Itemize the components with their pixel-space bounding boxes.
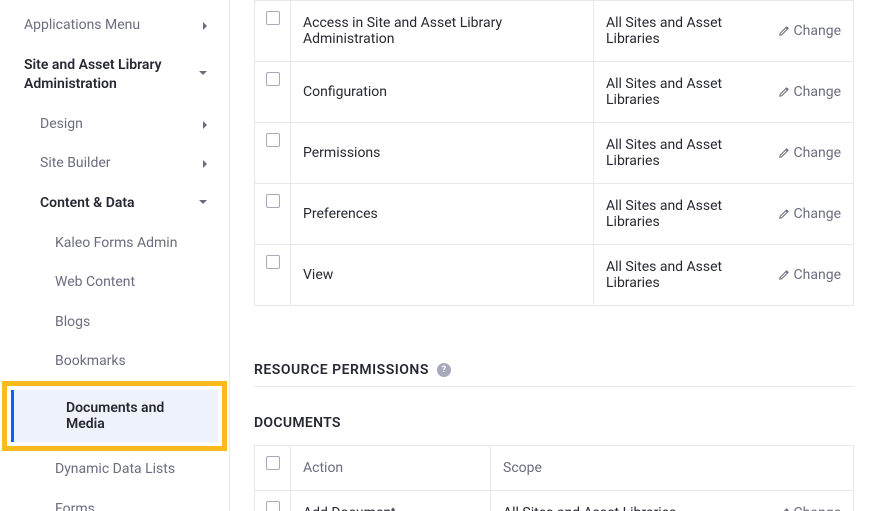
- scope-cell: All Sites and Asset Libraries Change: [594, 1, 854, 62]
- nav-dynamic-data-lists[interactable]: Dynamic Data Lists: [0, 450, 229, 490]
- scope-cell: All Sites and Asset Libraries Change: [594, 184, 854, 245]
- table-row: PermissionsAll Sites and Asset Libraries…: [255, 123, 854, 184]
- resource-permissions-header: RESOURCE PERMISSIONS ?: [254, 362, 854, 387]
- change-label: Change: [794, 23, 841, 39]
- row-checkbox-cell: [255, 123, 291, 184]
- change-link[interactable]: Change: [778, 145, 841, 161]
- row-checkbox[interactable]: [266, 11, 280, 25]
- documents-permissions-table: Action Scope Add DocumentAll Sites and A…: [254, 445, 854, 511]
- nav-site-asset-admin[interactable]: Site and Asset Library Administration: [0, 46, 229, 105]
- table-row: Add DocumentAll Sites and Asset Librarie…: [255, 491, 854, 511]
- documents-subheader: DOCUMENTS: [254, 415, 854, 431]
- table-row: ConfigurationAll Sites and Asset Librari…: [255, 62, 854, 123]
- nav-web-content[interactable]: Web Content: [0, 263, 229, 303]
- chevron-down-icon: [199, 200, 207, 208]
- action-cell: Preferences: [291, 184, 594, 245]
- table-row: Access in Site and Asset Library Adminis…: [255, 1, 854, 62]
- row-checkbox[interactable]: [266, 501, 280, 511]
- scope-text: All Sites and Asset Libraries: [606, 198, 770, 230]
- action-cell: Add Document: [291, 491, 491, 511]
- nav-label: Kaleo Forms Admin: [55, 234, 207, 254]
- change-label: Change: [794, 267, 841, 283]
- chevron-right-icon: [203, 22, 207, 30]
- action-cell: Permissions: [291, 123, 594, 184]
- action-cell: View: [291, 245, 594, 306]
- pencil-icon: [778, 25, 790, 37]
- nav-label: Bookmarks: [55, 352, 207, 372]
- nav-kaleo-forms[interactable]: Kaleo Forms Admin: [0, 224, 229, 264]
- select-all-checkbox[interactable]: [266, 456, 280, 470]
- action-cell: Access in Site and Asset Library Adminis…: [291, 1, 594, 62]
- scope-text: All Sites and Asset Libraries: [606, 15, 770, 47]
- row-checkbox-cell: [255, 62, 291, 123]
- nav-label: Dynamic Data Lists: [55, 460, 207, 480]
- table-row: View All Sites and Asset Libraries Change: [255, 245, 854, 306]
- scope-cell: All Sites and Asset Libraries Change: [594, 245, 854, 306]
- help-icon[interactable]: ?: [437, 363, 451, 377]
- nav-label: Applications Menu: [24, 16, 203, 36]
- nav-bookmarks[interactable]: Bookmarks: [0, 342, 229, 382]
- nav-label: Documents and Media: [66, 400, 164, 432]
- nav-label: Content & Data: [40, 194, 199, 214]
- pencil-icon: [778, 269, 790, 281]
- change-link[interactable]: Change: [778, 84, 841, 100]
- row-checkbox-cell: [255, 245, 291, 306]
- change-link[interactable]: Change: [778, 267, 841, 283]
- select-all-cell: [255, 446, 291, 491]
- row-checkbox[interactable]: [266, 194, 280, 208]
- pencil-icon: [778, 507, 790, 511]
- scope-text: All Sites and Asset Libraries: [503, 505, 676, 511]
- row-checkbox-cell: [255, 184, 291, 245]
- col-scope-header: Scope: [491, 446, 854, 491]
- row-checkbox-cell: [255, 491, 291, 511]
- change-label: Change: [794, 505, 841, 511]
- scope-text: All Sites and Asset Libraries: [606, 76, 770, 108]
- row-checkbox[interactable]: [266, 72, 280, 86]
- chevron-right-icon: [203, 121, 207, 129]
- nav-label: Site and Asset Library Administration: [24, 56, 199, 95]
- pencil-icon: [778, 208, 790, 220]
- nav-label: Design: [40, 115, 203, 135]
- row-checkbox[interactable]: [266, 255, 280, 269]
- app-permissions-table: Access in Site and Asset Library Adminis…: [254, 0, 854, 306]
- nav-forms[interactable]: Forms: [0, 490, 229, 511]
- row-checkbox-cell: [255, 1, 291, 62]
- nav-blogs[interactable]: Blogs: [0, 303, 229, 343]
- scope-cell: All Sites and Asset Libraries Change: [491, 491, 854, 511]
- scope-cell: All Sites and Asset Libraries Change: [594, 62, 854, 123]
- nav-design[interactable]: Design: [0, 105, 229, 145]
- chevron-down-icon: [199, 71, 207, 79]
- sidebar: Applications Menu Site and Asset Library…: [0, 0, 230, 511]
- nav-label: Web Content: [55, 273, 207, 293]
- chevron-right-icon: [203, 160, 207, 168]
- scope-text: All Sites and Asset Libraries: [606, 137, 770, 169]
- nav-documents-media[interactable]: Documents and Media: [11, 390, 218, 442]
- change-label: Change: [794, 145, 841, 161]
- pencil-icon: [778, 86, 790, 98]
- pencil-icon: [778, 147, 790, 159]
- col-action-header: Action: [291, 446, 491, 491]
- change-link[interactable]: Change: [778, 23, 841, 39]
- nav-label: Blogs: [55, 313, 207, 333]
- table-row: PreferencesAll Sites and Asset Libraries…: [255, 184, 854, 245]
- scope-cell: All Sites and Asset Libraries Change: [594, 123, 854, 184]
- nav-site-builder[interactable]: Site Builder: [0, 144, 229, 184]
- change-label: Change: [794, 84, 841, 100]
- row-checkbox[interactable]: [266, 133, 280, 147]
- change-label: Change: [794, 206, 841, 222]
- section-title: RESOURCE PERMISSIONS: [254, 362, 429, 378]
- nav-label: Site Builder: [40, 154, 203, 174]
- nav-applications-menu[interactable]: Applications Menu: [0, 6, 229, 46]
- change-link[interactable]: Change: [778, 206, 841, 222]
- action-cell: Configuration: [291, 62, 594, 123]
- change-link[interactable]: Change: [778, 505, 841, 511]
- nav-highlight-box: Documents and Media: [2, 381, 227, 451]
- nav-label: Forms: [55, 500, 207, 511]
- scope-text: All Sites and Asset Libraries: [606, 259, 770, 291]
- main-content: Access in Site and Asset Library Adminis…: [230, 0, 884, 511]
- nav-content-data[interactable]: Content & Data: [0, 184, 229, 224]
